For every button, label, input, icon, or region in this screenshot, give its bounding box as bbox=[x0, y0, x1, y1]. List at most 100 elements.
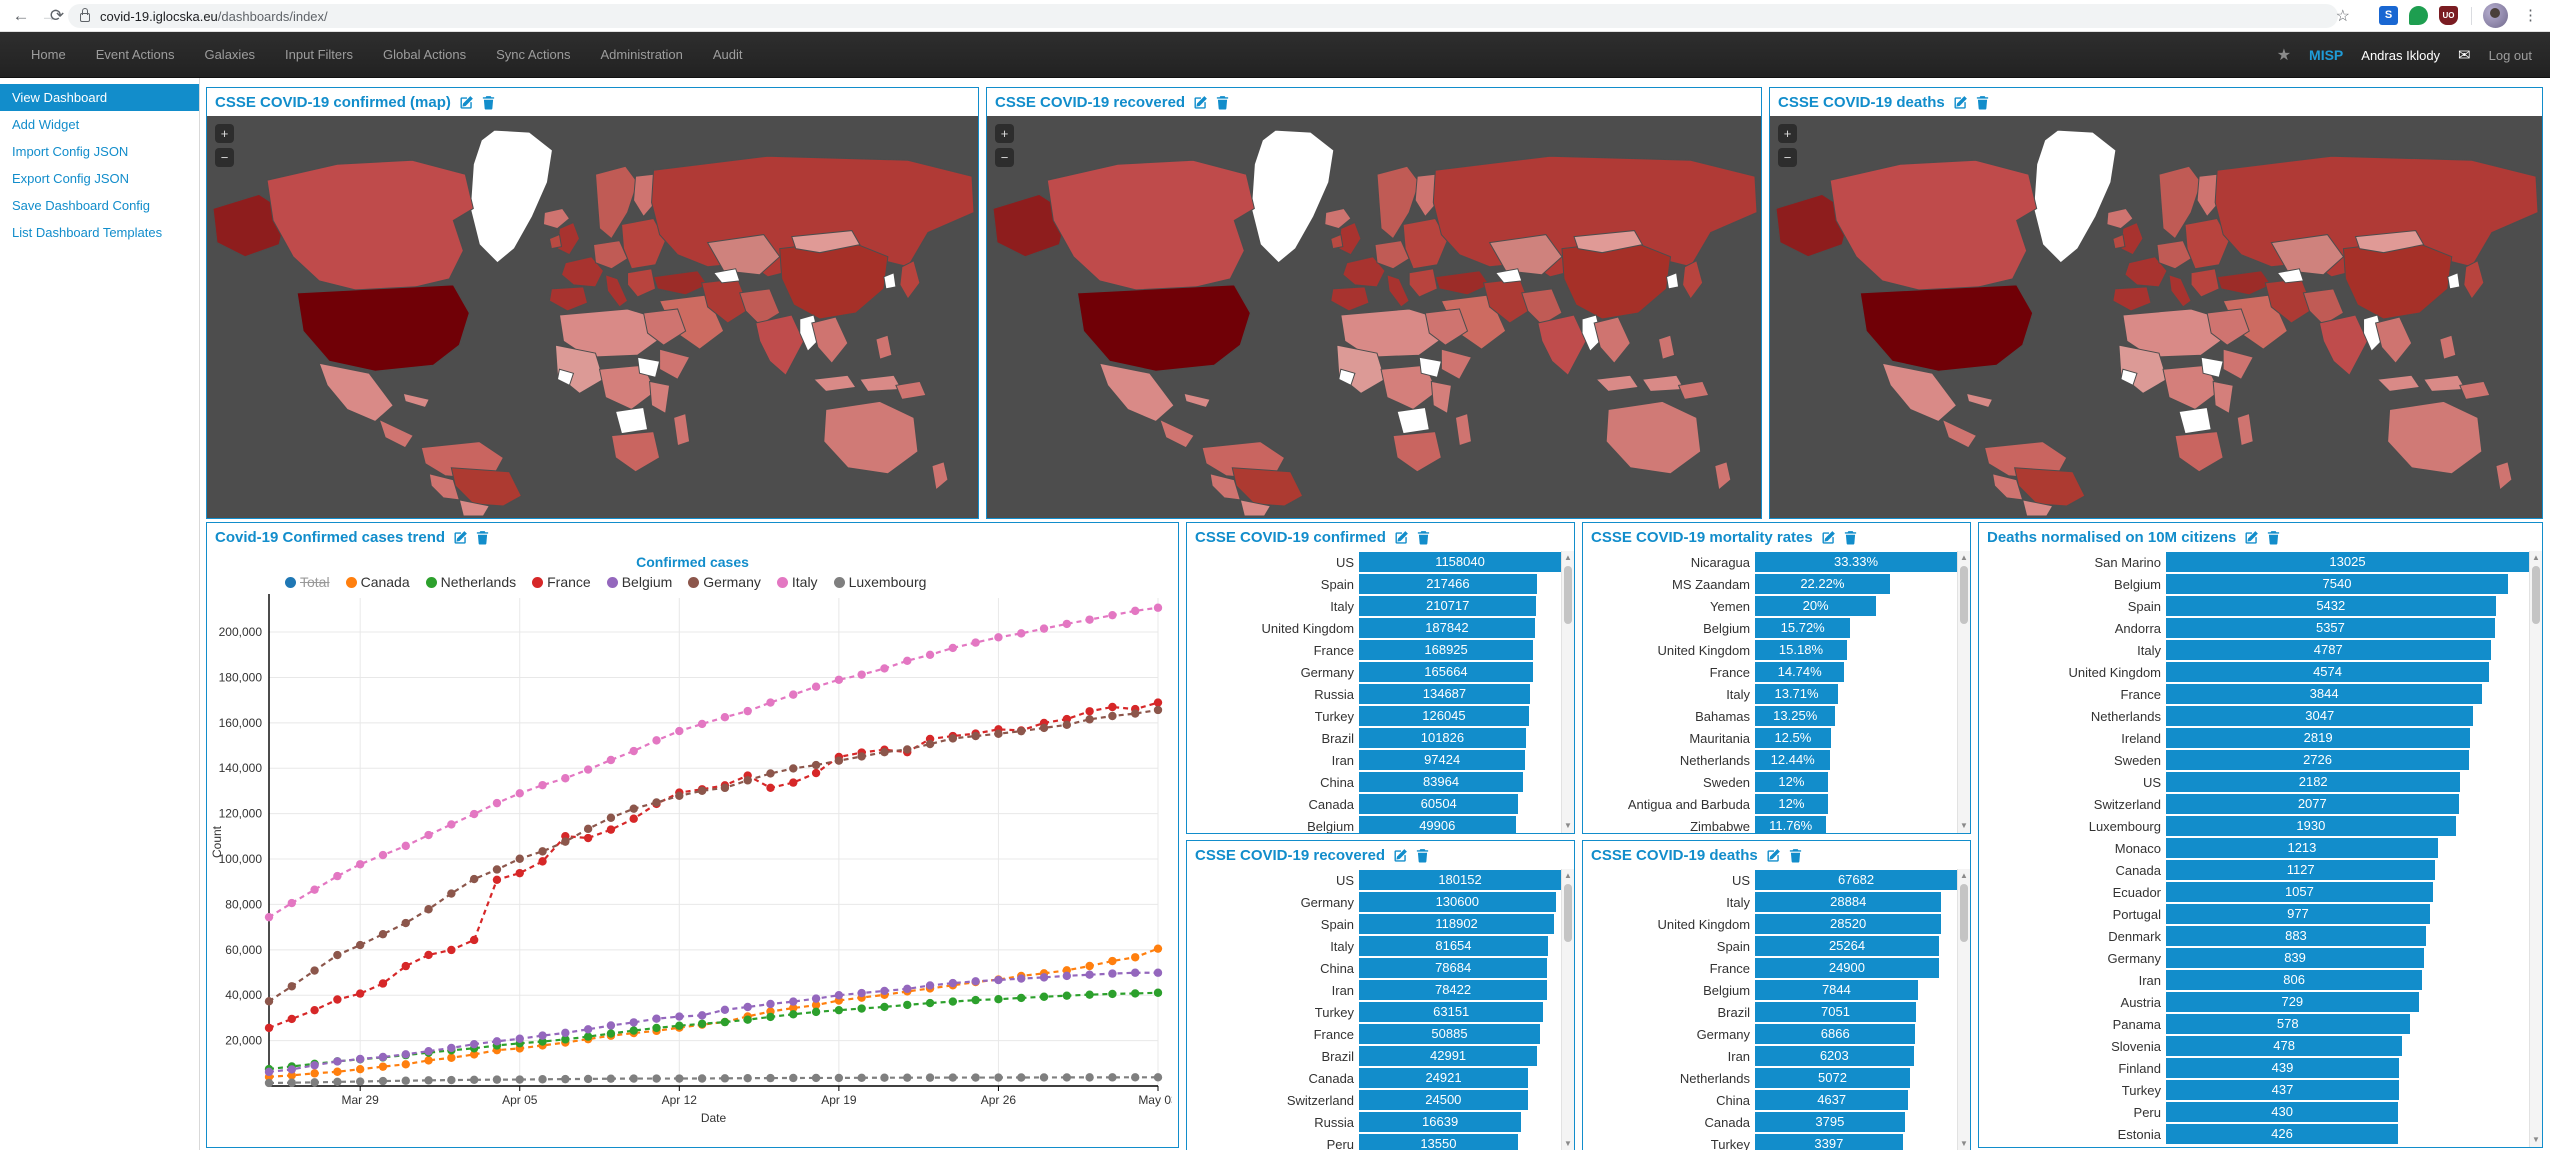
map-zoom-out-button[interactable]: − bbox=[215, 148, 234, 167]
profile-avatar[interactable] bbox=[2483, 3, 2508, 28]
nav-item-input-filters[interactable]: Input Filters bbox=[270, 32, 368, 78]
legend-item-belgium[interactable]: Belgium bbox=[607, 574, 673, 590]
nav-item-administration[interactable]: Administration bbox=[586, 32, 698, 78]
edit-icon[interactable] bbox=[1193, 95, 1208, 110]
row-bar: 15.72% bbox=[1755, 618, 1850, 638]
extension-s-icon[interactable]: S bbox=[2379, 6, 2398, 25]
delete-icon[interactable] bbox=[475, 530, 490, 545]
row-bar: 13.71% bbox=[1755, 684, 1838, 704]
brand-link[interactable]: MISP bbox=[2309, 47, 2343, 63]
edit-icon[interactable] bbox=[1766, 848, 1781, 863]
table-row: Netherlands3047 bbox=[1979, 705, 2529, 727]
delete-icon[interactable] bbox=[1843, 530, 1858, 545]
widget-scrollbar[interactable]: ▲▼ bbox=[1957, 869, 1970, 1150]
row-label: Peru bbox=[1187, 1137, 1359, 1150]
row-label: MS Zaandam bbox=[1583, 577, 1755, 592]
row-label: United Kingdom bbox=[1187, 621, 1359, 636]
widget-map-deaths: CSSE COVID-19 deaths +− bbox=[1769, 87, 2543, 519]
row-bar: 11.76% bbox=[1755, 816, 1826, 833]
map-zoom-in-button[interactable]: + bbox=[1778, 124, 1797, 143]
delete-icon[interactable] bbox=[2266, 530, 2281, 545]
table-row: Finland439 bbox=[1979, 1057, 2529, 1079]
edit-icon[interactable] bbox=[1821, 530, 1836, 545]
map-zoom-out-button[interactable]: − bbox=[1778, 148, 1797, 167]
reload-icon[interactable]: ⟳ bbox=[44, 3, 70, 29]
row-bar: 25264 bbox=[1755, 936, 1939, 956]
sidebar-item-add-widget[interactable]: Add Widget bbox=[0, 111, 199, 138]
browser-menu-icon[interactable]: ⋮ bbox=[2523, 4, 2538, 28]
widget-title: CSSE COVID-19 recovered bbox=[995, 94, 1185, 111]
edit-icon[interactable] bbox=[1393, 848, 1408, 863]
row-bar: 437 bbox=[2166, 1080, 2399, 1100]
widget-scrollbar[interactable]: ▲▼ bbox=[2529, 551, 2542, 1147]
delete-icon[interactable] bbox=[1416, 530, 1431, 545]
delete-icon[interactable] bbox=[1215, 95, 1230, 110]
widget-deaths-normalised-table: Deaths normalised on 10M citizens San Ma… bbox=[1978, 522, 2543, 1148]
sidebar-item-export-config-json[interactable]: Export Config JSON bbox=[0, 165, 199, 192]
choropleth-world-map bbox=[987, 116, 1761, 518]
row-label: Turkey bbox=[1979, 1083, 2166, 1098]
legend-item-netherlands[interactable]: Netherlands bbox=[426, 574, 517, 590]
nav-item-event-actions[interactable]: Event Actions bbox=[81, 32, 190, 78]
delete-icon[interactable] bbox=[1975, 95, 1990, 110]
table-row: United Kingdom187842 bbox=[1187, 617, 1561, 639]
browser-chrome: ← → ⟳ covid-19.iglocska.eu/dashboards/in… bbox=[0, 0, 2550, 32]
map-zoom-in-button[interactable]: + bbox=[995, 124, 1014, 143]
bookmark-star-icon[interactable]: ☆ bbox=[2336, 6, 2350, 26]
nav-item-home[interactable]: Home bbox=[16, 32, 81, 78]
edit-icon[interactable] bbox=[459, 95, 474, 110]
row-label: Switzerland bbox=[1187, 1093, 1359, 1108]
table-row: Slovenia478 bbox=[1979, 1035, 2529, 1057]
legend-item-luxembourg[interactable]: Luxembourg bbox=[834, 574, 927, 590]
sidebar-item-list-dashboard-templates[interactable]: List Dashboard Templates bbox=[0, 219, 199, 246]
row-bar: 3844 bbox=[2166, 684, 2482, 704]
delete-icon[interactable] bbox=[481, 95, 496, 110]
table-row: United Kingdom4574 bbox=[1979, 661, 2529, 683]
legend-item-germany[interactable]: Germany bbox=[688, 574, 761, 590]
widget-scrollbar[interactable]: ▲▼ bbox=[1561, 551, 1574, 833]
row-bar: 1127 bbox=[2166, 860, 2435, 880]
legend-item-france[interactable]: France bbox=[532, 574, 591, 590]
table-row: Canada60504 bbox=[1187, 793, 1561, 815]
edit-icon[interactable] bbox=[453, 530, 468, 545]
legend-item-total[interactable]: Total bbox=[285, 574, 330, 590]
legend-dot bbox=[834, 577, 845, 588]
user-menu[interactable]: Andras Iklody bbox=[2361, 48, 2440, 63]
nav-item-sync-actions[interactable]: Sync Actions bbox=[481, 32, 585, 78]
widget-scrollbar[interactable]: ▲▼ bbox=[1561, 869, 1574, 1150]
nav-item-audit[interactable]: Audit bbox=[698, 32, 758, 78]
sidebar-item-import-config-json[interactable]: Import Config JSON bbox=[0, 138, 199, 165]
row-label: Sweden bbox=[1583, 775, 1755, 790]
nav-item-global-actions[interactable]: Global Actions bbox=[368, 32, 481, 78]
sidebar-item-save-dashboard-config[interactable]: Save Dashboard Config bbox=[0, 192, 199, 219]
row-label: Germany bbox=[1979, 951, 2166, 966]
favorites-star-icon[interactable]: ★ bbox=[2277, 45, 2291, 65]
edit-icon[interactable] bbox=[1953, 95, 1968, 110]
row-label: Canada bbox=[1979, 863, 2166, 878]
widget-mortality-table: CSSE COVID-19 mortality rates Nicaragua3… bbox=[1582, 522, 1971, 834]
edit-icon[interactable] bbox=[1394, 530, 1409, 545]
sidebar-item-view-dashboard[interactable]: View Dashboard bbox=[0, 84, 199, 111]
extension-shield-icon[interactable]: UO bbox=[2439, 6, 2458, 25]
table-row: Zimbabwe11.76% bbox=[1583, 815, 1957, 833]
logout-link[interactable]: Log out bbox=[2489, 48, 2532, 63]
map-zoom-in-button[interactable]: + bbox=[215, 124, 234, 143]
row-bar: 578 bbox=[2166, 1014, 2410, 1034]
extension-green-icon[interactable] bbox=[2409, 6, 2428, 25]
url-bar[interactable]: covid-19.iglocska.eu/dashboards/index/ bbox=[68, 4, 2338, 28]
map-zoom-out-button[interactable]: − bbox=[995, 148, 1014, 167]
misp-navbar: HomeEvent ActionsGalaxiesInput FiltersGl… bbox=[0, 32, 2550, 78]
edit-icon[interactable] bbox=[2244, 530, 2259, 545]
delete-icon[interactable] bbox=[1415, 848, 1430, 863]
delete-icon[interactable] bbox=[1788, 848, 1803, 863]
legend-item-canada[interactable]: Canada bbox=[346, 574, 410, 590]
row-label: Belgium bbox=[1979, 577, 2166, 592]
url-path: /dashboards/index/ bbox=[218, 9, 328, 24]
widget-scrollbar[interactable]: ▲▼ bbox=[1957, 551, 1970, 833]
back-icon[interactable]: ← bbox=[8, 3, 34, 29]
widget-deaths-table: CSSE COVID-19 deaths US67682Italy28884Un… bbox=[1582, 840, 1971, 1150]
envelope-icon[interactable]: ✉ bbox=[2458, 46, 2471, 64]
table-row: Italy4787 bbox=[1979, 639, 2529, 661]
nav-item-galaxies[interactable]: Galaxies bbox=[189, 32, 270, 78]
legend-item-italy[interactable]: Italy bbox=[777, 574, 818, 590]
